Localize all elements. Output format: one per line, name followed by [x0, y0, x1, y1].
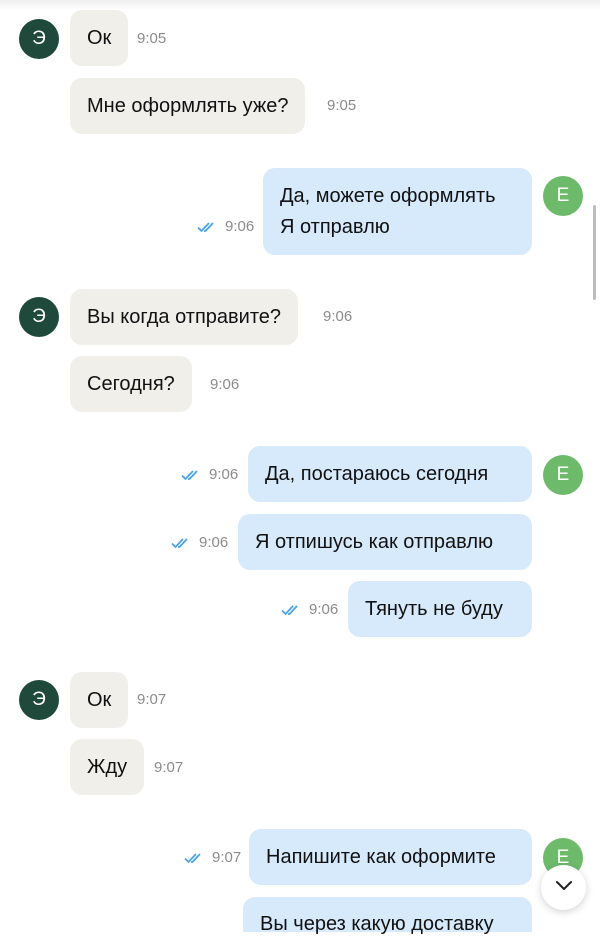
double-check-icon — [281, 604, 303, 616]
message-bubble-incoming[interactable]: Жду — [70, 739, 145, 795]
message-bubble-outgoing[interactable]: Напишите как оформите — [249, 829, 532, 885]
avatar-initial: Э — [32, 689, 46, 710]
scroll-to-bottom-button[interactable] — [541, 865, 586, 910]
message-meta: 9:06 — [171, 534, 228, 551]
scrollbar[interactable] — [593, 205, 596, 300]
avatar-initial: Е — [556, 464, 570, 485]
message-text: Да, постараюсь сегодня — [265, 462, 489, 485]
avatar-initial: Э — [32, 306, 46, 327]
message-text: Я отпишусь как отправлю — [255, 530, 494, 553]
message-text-line: Я отправлю — [280, 215, 390, 238]
message-bubble-incoming[interactable]: Ок — [70, 10, 129, 66]
double-check-icon — [184, 852, 206, 864]
message-text: Вы когда отправите? — [87, 305, 282, 328]
message-time: 9:07 — [154, 759, 184, 776]
message-bubble-incoming[interactable]: Ок — [70, 672, 129, 728]
message-text: Мне оформлять уже? — [87, 94, 289, 117]
message-bubble-outgoing[interactable]: Я отпишусь как отправлю — [238, 514, 532, 570]
message-bubble-incoming[interactable]: Сегодня? — [70, 356, 192, 412]
double-check-icon — [197, 221, 219, 233]
message-text: Ок — [87, 26, 112, 49]
message-meta: 9:06 — [281, 601, 338, 618]
message-bubble-outgoing[interactable]: Тянуть не буду — [348, 581, 532, 637]
message-time: 9:05 — [137, 30, 167, 47]
message-text-line: Да, можете оформлять — [280, 184, 496, 207]
message-text: Сегодня? — [87, 372, 175, 395]
double-check-icon — [171, 537, 193, 549]
contact-avatar[interactable]: Э — [19, 19, 59, 59]
message-time: 9:06 — [199, 534, 229, 551]
message-time: 9:06 — [225, 218, 255, 235]
message-meta: 9:07 — [184, 849, 241, 866]
message-bubble-outgoing[interactable]: Да, можете оформлять Я отправлю — [263, 168, 532, 255]
contact-avatar[interactable]: Э — [19, 680, 59, 720]
top-shadow — [0, 0, 600, 10]
my-avatar[interactable]: Е — [543, 176, 583, 216]
message-time: 9:06 — [323, 308, 353, 325]
message-bubble-outgoing[interactable]: Да, постараюсь сегодня — [248, 446, 532, 502]
message-meta: 9:06 — [197, 218, 254, 235]
message-bubble-incoming[interactable]: Мне оформлять уже? — [70, 78, 306, 134]
message-text: Жду — [87, 755, 128, 778]
message-bubble-outgoing[interactable]: Вы через какую доставку — [243, 897, 532, 935]
message-time: 9:06 — [209, 466, 239, 483]
message-time: 9:06 — [309, 601, 339, 618]
message-time: 9:05 — [327, 97, 357, 114]
message-time: 9:06 — [210, 376, 240, 393]
message-text: Вы через какую доставку — [260, 913, 494, 935]
contact-avatar[interactable]: Э — [19, 297, 59, 337]
message-time: 9:07 — [137, 691, 167, 708]
message-text: Тянуть не буду — [365, 597, 503, 620]
avatar-initial: Е — [556, 185, 570, 206]
avatar-initial: Э — [32, 28, 46, 49]
message-bubble-incoming[interactable]: Вы когда отправите? — [70, 289, 299, 345]
chevron-down-icon — [555, 879, 573, 897]
my-avatar[interactable]: Е — [543, 455, 583, 495]
message-text: Ок — [87, 688, 112, 711]
message-text: Напишите как оформите — [266, 845, 496, 868]
message-meta: 9:06 — [181, 466, 238, 483]
double-check-icon — [181, 469, 203, 481]
message-time: 9:07 — [212, 849, 242, 866]
